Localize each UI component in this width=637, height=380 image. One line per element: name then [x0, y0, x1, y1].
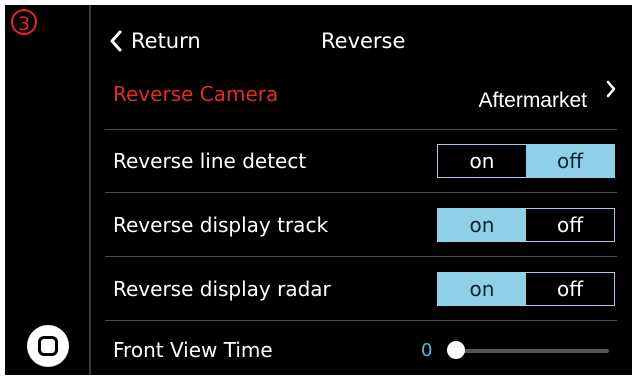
- reverse-display-track-label: Reverse display track: [113, 213, 329, 237]
- reverse-line-detect-label: Reverse line detect: [113, 149, 307, 173]
- chevron-right-icon: [606, 80, 616, 98]
- front-view-time-slider-track[interactable]: [447, 349, 609, 353]
- front-view-time-label: Front View Time: [113, 338, 273, 362]
- reverse-display-radar-row: Reverse display radar on off: [105, 258, 617, 321]
- rail-divider: [89, 5, 91, 375]
- front-view-time-value: 0: [421, 340, 433, 361]
- reverse-display-track-toggle[interactable]: on off: [437, 208, 615, 242]
- home-square-icon: [38, 336, 58, 356]
- reverse-line-detect-on[interactable]: on: [438, 145, 526, 177]
- home-button[interactable]: [27, 325, 69, 367]
- reverse-line-detect-off[interactable]: off: [526, 145, 614, 177]
- front-view-time-slider-thumb[interactable]: [447, 341, 465, 359]
- screen-frame: 3 Return Reverse Reverse Camera Aftermar…: [5, 5, 632, 375]
- reverse-display-track-off[interactable]: off: [526, 209, 614, 241]
- front-view-time-row: Front View Time 0: [105, 319, 617, 375]
- chevron-left-icon: [110, 30, 122, 52]
- page-title: Reverse: [321, 29, 406, 53]
- reverse-display-radar-toggle[interactable]: on off: [437, 272, 615, 306]
- return-button[interactable]: Return: [109, 23, 201, 59]
- left-rail: [5, 5, 89, 375]
- reverse-line-detect-row: Reverse line detect on off: [105, 130, 617, 193]
- reverse-display-track-on[interactable]: on: [438, 209, 526, 241]
- reverse-camera-label: Reverse Camera: [113, 82, 279, 106]
- reverse-camera-value: Aftermarket: [478, 89, 587, 112]
- reverse-display-radar-off[interactable]: off: [526, 273, 614, 305]
- header: Return Reverse: [105, 23, 617, 59]
- reverse-line-detect-toggle[interactable]: on off: [437, 144, 615, 178]
- reverse-display-radar-label: Reverse display radar: [113, 277, 331, 301]
- return-label: Return: [131, 29, 201, 53]
- reverse-display-radar-on[interactable]: on: [438, 273, 526, 305]
- reverse-camera-row[interactable]: Reverse Camera Aftermarket: [105, 67, 617, 130]
- row-divider: [105, 192, 617, 193]
- settings-panel: Return Reverse Reverse Camera Aftermarke…: [105, 5, 617, 375]
- step-marker: 3: [11, 9, 37, 35]
- row-divider: [105, 256, 617, 257]
- reverse-display-track-row: Reverse display track on off: [105, 194, 617, 257]
